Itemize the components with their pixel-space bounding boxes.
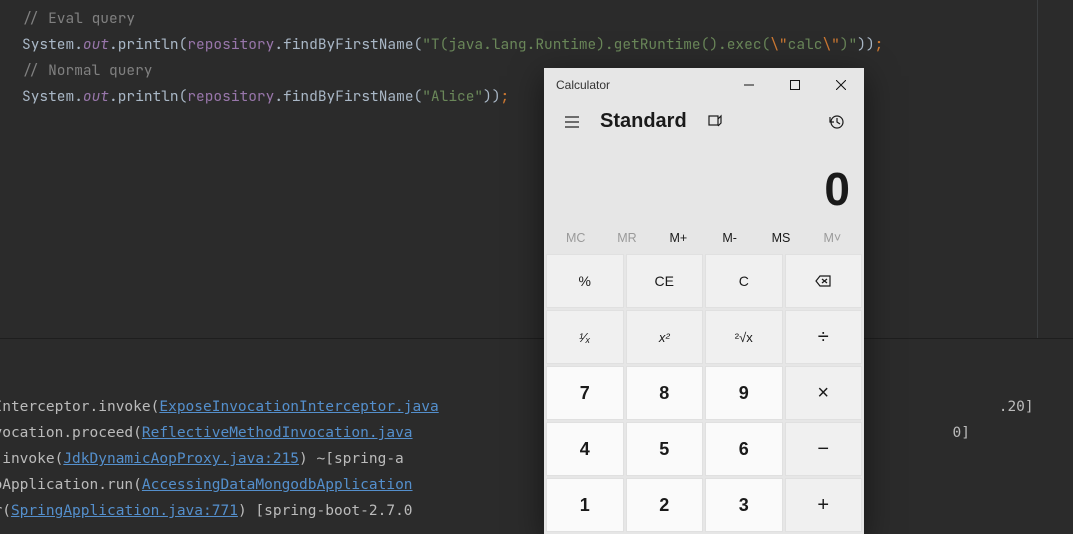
mode-label: Standard: [600, 110, 687, 133]
comment: // Eval query: [22, 9, 135, 28]
console-line: oseInvocationInterceptor.invoke(ExposeIn…: [0, 394, 1073, 420]
source-link[interactable]: AccessingDataMongodbApplication: [142, 477, 413, 493]
display: 0: [544, 141, 864, 224]
source-link[interactable]: ExposeInvocationInterceptor.java: [159, 399, 438, 415]
key-sqrt[interactable]: ²√x: [705, 310, 783, 364]
calculator-header: Standard: [544, 102, 864, 141]
key-reciprocal[interactable]: ¹⁄ₓ: [546, 310, 624, 364]
mem-mc[interactable]: MC: [550, 231, 601, 245]
mem-mv[interactable]: M˅: [807, 231, 858, 245]
mem-ms[interactable]: MS: [755, 231, 806, 245]
key-2[interactable]: 2: [626, 478, 704, 532]
key-7[interactable]: 7: [546, 366, 624, 420]
source-link[interactable]: SpringApplication.java:771: [11, 503, 238, 519]
key-ce[interactable]: CE: [626, 254, 704, 308]
code-line: // Eval query: [22, 6, 1073, 32]
keypad: % CE C ¹⁄ₓ x² ²√x ÷ 7 8 9 × 4 5 6 − 1 2 …: [544, 252, 864, 534]
maximize-button[interactable]: [772, 68, 818, 102]
mem-mplus[interactable]: M+: [653, 231, 704, 245]
editor-gutter-line: [1037, 0, 1038, 338]
key-subtract[interactable]: −: [785, 422, 863, 476]
key-3[interactable]: 3: [705, 478, 783, 532]
key-1[interactable]: 1: [546, 478, 624, 532]
source-link[interactable]: JdkDynamicAopProxy.java:215: [63, 451, 299, 467]
key-5[interactable]: 5: [626, 422, 704, 476]
code-editor[interactable]: // Eval query System.out.println(reposit…: [0, 0, 1073, 338]
key-percent[interactable]: %: [546, 254, 624, 308]
source-link[interactable]: ReflectiveMethodInvocation.java: [142, 425, 413, 441]
mem-mr[interactable]: MR: [601, 231, 652, 245]
console-line: namicAopProxy.invoke(JdkDynamicAopProxy.…: [0, 446, 1073, 472]
history-icon[interactable]: [820, 106, 852, 138]
key-9[interactable]: 9: [705, 366, 783, 420]
key-4[interactable]: 4: [546, 422, 624, 476]
console-panel[interactable]: oseInvocationInterceptor.invoke(ExposeIn…: [0, 338, 1073, 534]
code-line: System.out.println(repository.findByFirs…: [22, 32, 1073, 58]
console-line: ingDataMongodbApplication.run(AccessingD…: [0, 472, 1073, 498]
keep-on-top-icon[interactable]: [699, 106, 731, 138]
key-multiply[interactable]: ×: [785, 366, 863, 420]
menu-icon[interactable]: [556, 106, 588, 138]
key-divide[interactable]: ÷: [785, 310, 863, 364]
calculator-window[interactable]: Calculator Standard 0 MC MR M+ M- MS M˅ …: [544, 68, 864, 534]
window-title: Calculator: [556, 78, 610, 92]
comment: // Normal query: [22, 61, 153, 80]
console-line: ctiveMethodInvocation.proceed(Reflective…: [0, 420, 1073, 446]
memory-row: MC MR M+ M- MS M˅: [544, 224, 864, 252]
key-add[interactable]: +: [785, 478, 863, 532]
console-line: ion.callRunner(SpringApplication.java:77…: [0, 498, 1073, 524]
key-8[interactable]: 8: [626, 366, 704, 420]
key-6[interactable]: 6: [705, 422, 783, 476]
key-square[interactable]: x²: [626, 310, 704, 364]
key-c[interactable]: C: [705, 254, 783, 308]
mem-mminus[interactable]: M-: [704, 231, 755, 245]
titlebar[interactable]: Calculator: [544, 68, 864, 102]
close-button[interactable]: [818, 68, 864, 102]
key-backspace[interactable]: [785, 254, 863, 308]
minimize-button[interactable]: [726, 68, 772, 102]
